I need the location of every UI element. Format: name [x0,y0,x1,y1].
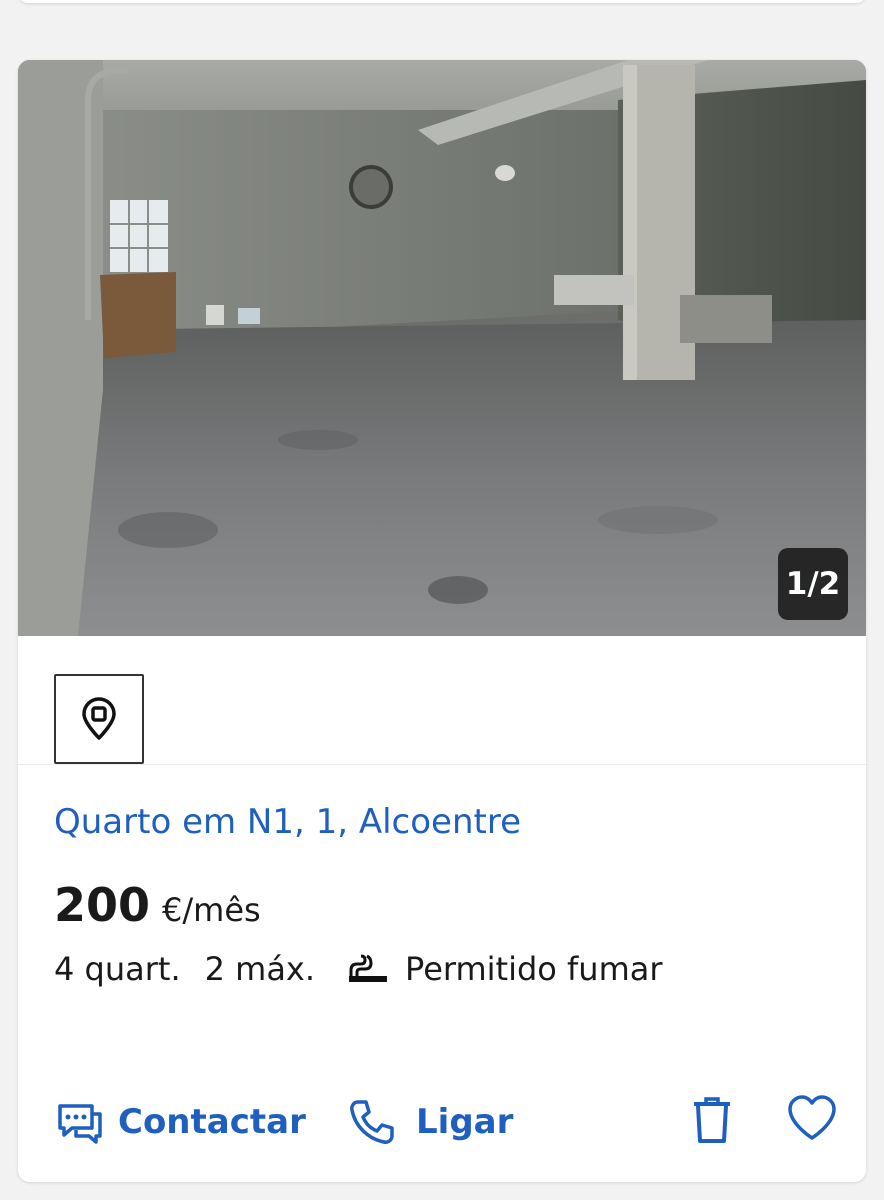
favorite-button[interactable] [786,1094,838,1142]
trash-icon [694,1097,730,1143]
smoking-policy: Permitido fumar [405,950,663,988]
delete-button[interactable] [690,1094,734,1146]
divider [18,764,866,765]
rooms-count: 4 quart. [54,950,181,988]
listing-features: 4 quart. 2 máx. Permitido fumar [54,950,663,988]
listing-title[interactable]: Quarto em N1, 1, Alcoentre [54,802,521,842]
max-people: 2 máx. [204,950,316,988]
map-button[interactable] [54,674,144,764]
heart-icon [788,1095,836,1140]
call-label: Ligar [416,1102,514,1142]
price-unit: €/mês [162,891,261,929]
listing-card[interactable]: 1/2 Quarto em N1, 1, Alcoentre 200 €/mês … [18,60,866,1182]
price: 200 €/mês [54,878,261,932]
no-smoking-icon [349,954,388,982]
photo-counter: 1/2 [778,548,848,620]
map-pin-icon [82,697,116,740]
action-bar: Contactar Ligar [18,1090,866,1160]
price-value: 200 [54,878,151,932]
chat-icon [58,1104,102,1144]
previous-listing-card [18,0,866,3]
contact-label: Contactar [118,1102,306,1142]
contact-button[interactable]: Contactar [56,1090,306,1154]
listing-photo[interactable]: 1/2 [18,60,866,636]
phone-icon [350,1100,394,1144]
call-button[interactable]: Ligar [348,1090,513,1154]
